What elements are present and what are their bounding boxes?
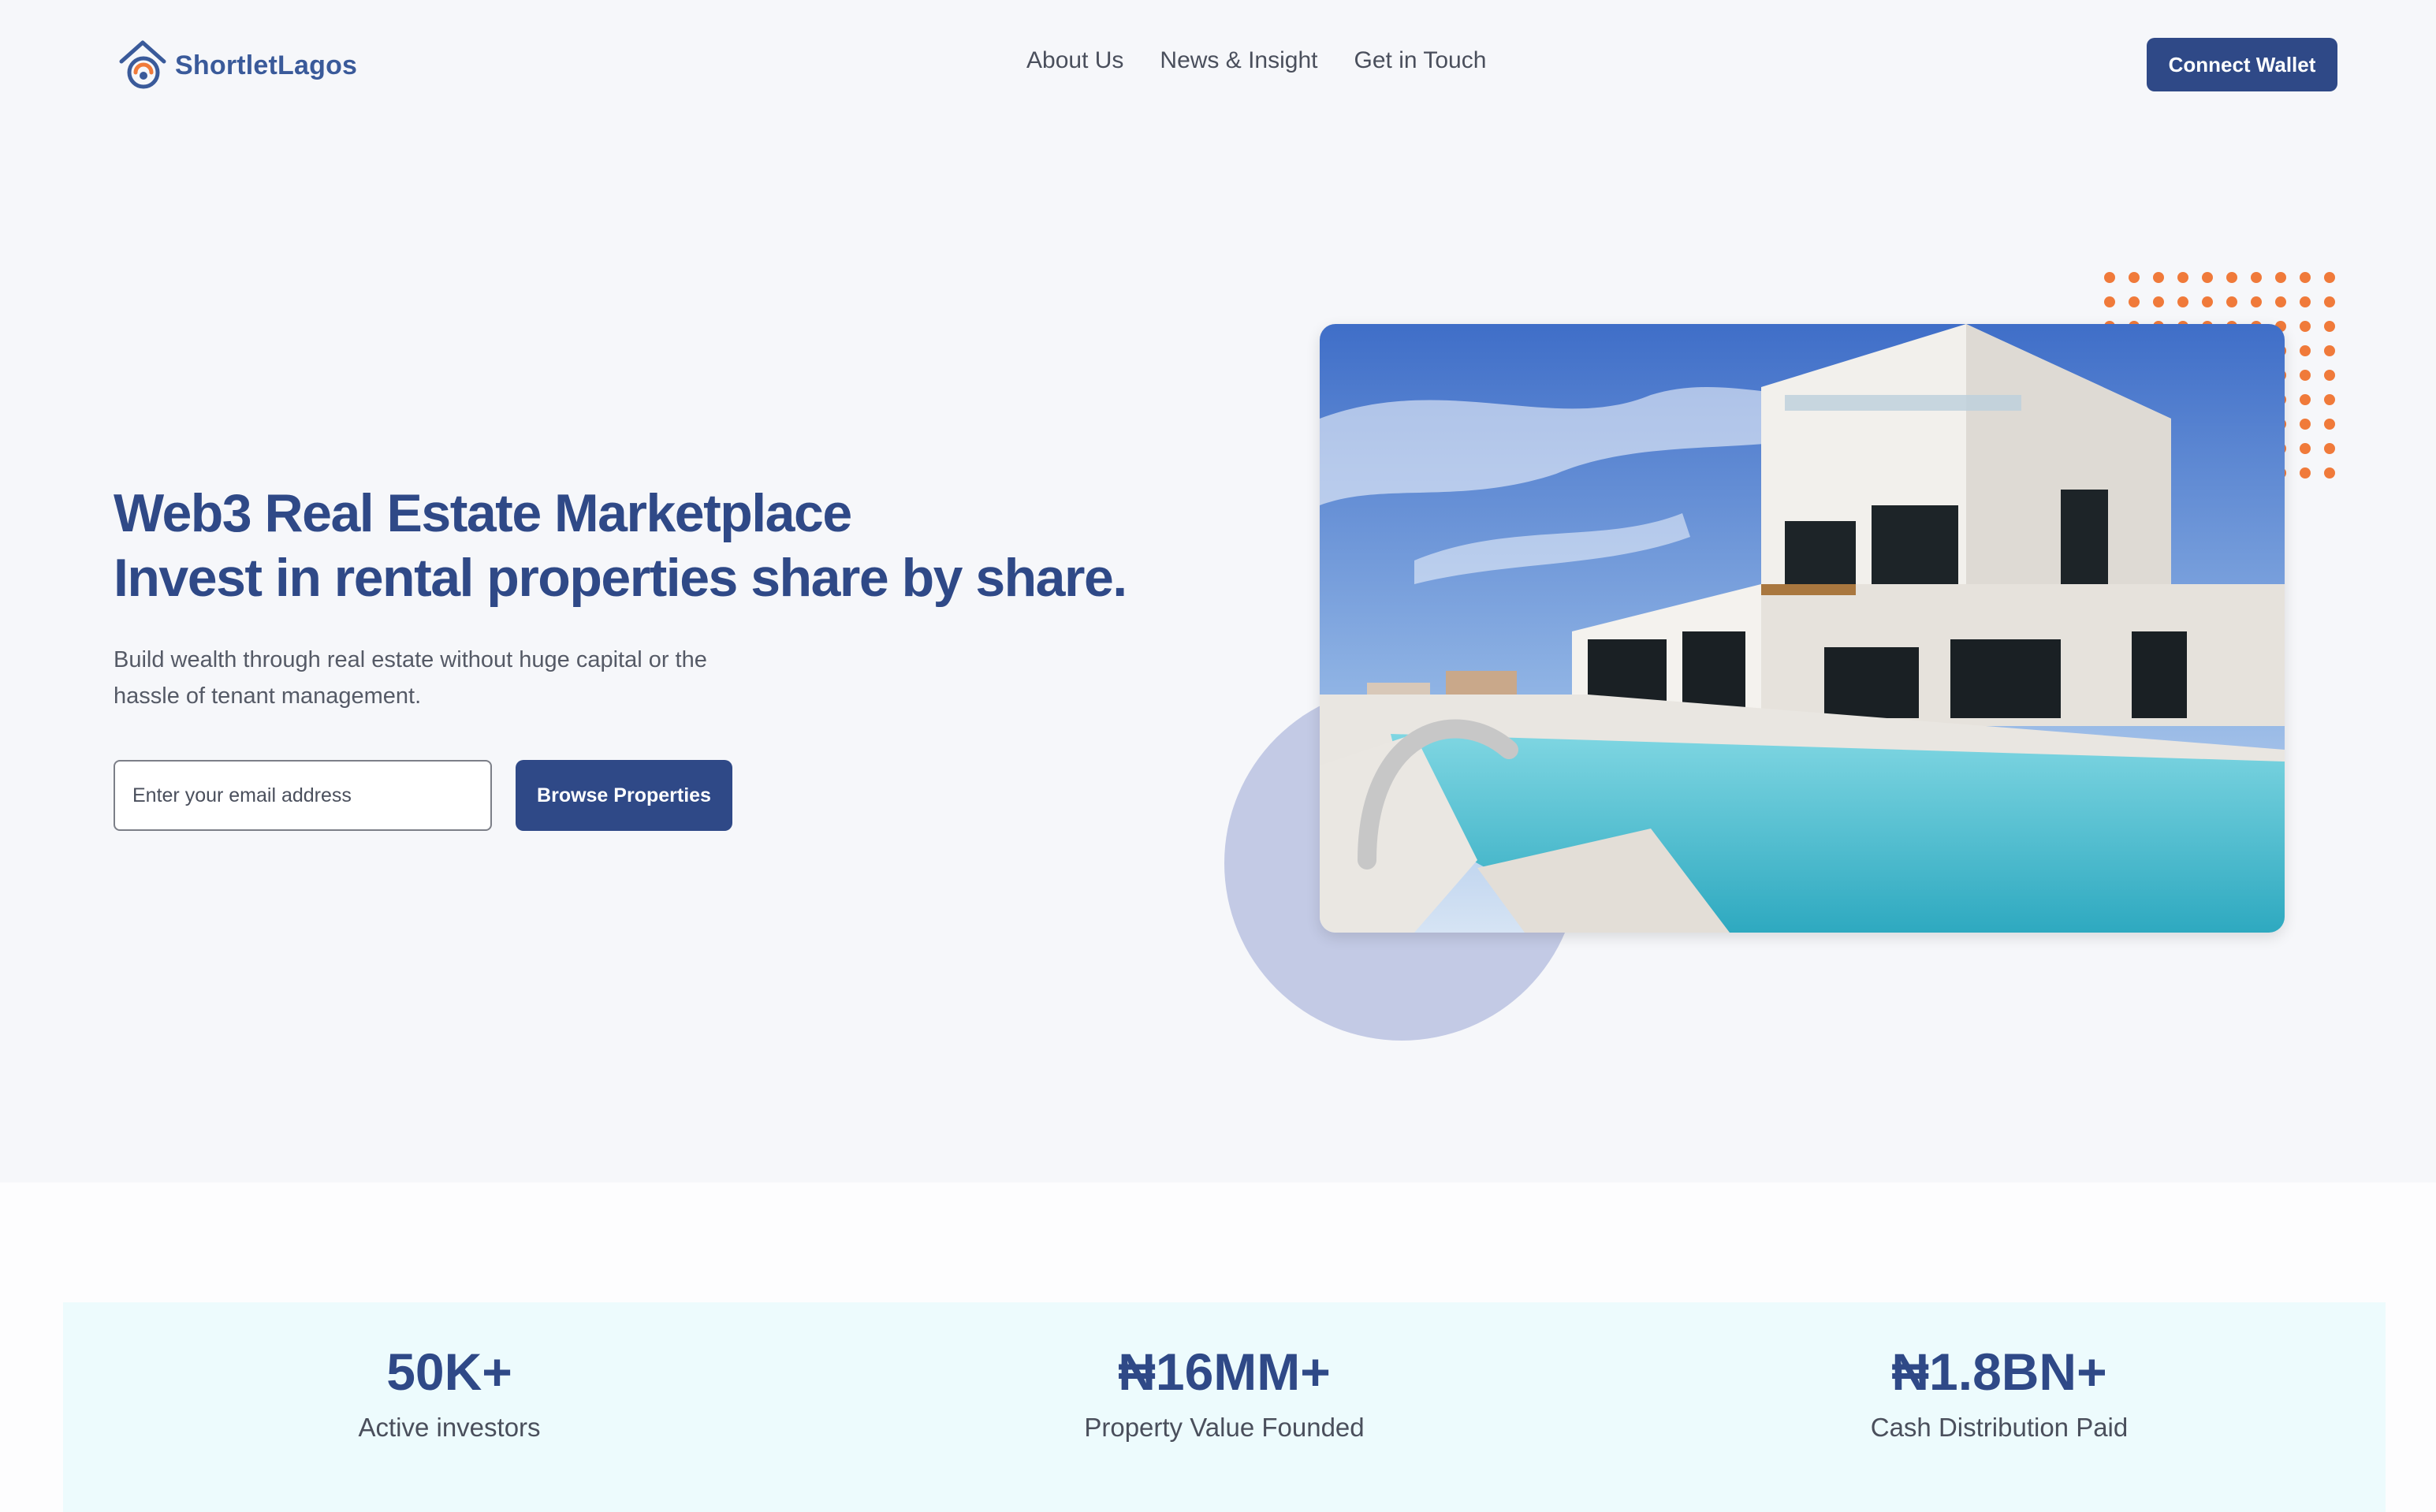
stat-value: ₦1.8BN+ (1891, 1343, 2107, 1401)
hero-title: Web3 Real Estate Marketplace Invest in r… (114, 481, 1127, 610)
hero-title-line2: Invest in rental properties share by sha… (114, 548, 1127, 608)
hero-subtitle: Build wealth through real estate without… (114, 647, 707, 709)
nav-about-us[interactable]: About Us (1026, 47, 1123, 74)
stat-label: Active investors (358, 1413, 541, 1442)
logo-text: ShortletLagos (175, 50, 358, 80)
connect-wallet-button[interactable]: Connect Wallet (2147, 38, 2337, 91)
main-nav: About Us News & Insight Get in Touch (1026, 47, 1486, 74)
stat-value: ₦16MM+ (1118, 1343, 1331, 1401)
brand-logo[interactable]: ShortletLagos (117, 36, 357, 95)
stat-cash-distribution: ₦1.8BN+ Cash Distribution Paid (1723, 1340, 2275, 1443)
stat-active-investors: 50K+ Active investors (173, 1340, 725, 1443)
stat-property-value: ₦16MM+ Property Value Founded (948, 1340, 1500, 1443)
hero-property-image (1320, 324, 2285, 933)
email-input[interactable] (114, 760, 492, 831)
stat-label: Cash Distribution Paid (1870, 1413, 2129, 1442)
house-logo-icon (119, 40, 166, 89)
stat-label: Property Value Founded (1084, 1413, 1365, 1442)
hero-title-line1: Web3 Real Estate Marketplace (114, 483, 852, 543)
site-header: ShortletLagos About Us News & Insight Ge… (0, 0, 2436, 134)
nav-news-insight[interactable]: News & Insight (1160, 47, 1317, 74)
stat-value: 50K+ (386, 1343, 512, 1401)
browse-properties-button[interactable]: Browse Properties (516, 760, 732, 831)
nav-get-in-touch[interactable]: Get in Touch (1354, 47, 1487, 74)
